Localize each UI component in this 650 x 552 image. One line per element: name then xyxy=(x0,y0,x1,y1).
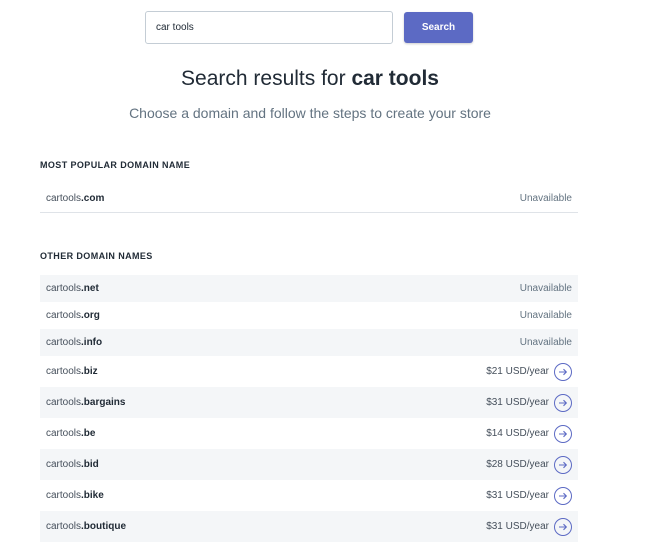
domain-tld: .com xyxy=(81,193,105,204)
domain-base: cartools xyxy=(46,283,82,294)
domain-status: Unavailable xyxy=(519,283,572,294)
domain-name: cartools.net xyxy=(46,283,99,294)
list-item: cartools.com Unavailable xyxy=(40,185,578,213)
domain-name: cartools.org xyxy=(46,310,100,321)
domain-base: cartools xyxy=(46,459,82,470)
domain-status: Unavailable xyxy=(519,310,572,321)
search-bar: Search xyxy=(145,11,473,44)
list-item: cartools.net Unavailable xyxy=(40,275,578,302)
domain-price: $21 USD/year xyxy=(486,366,549,377)
page-title-prefix: Search results for xyxy=(181,67,352,90)
page-title-query: car tools xyxy=(351,67,439,90)
domain-price-group: $28 USD/year xyxy=(486,455,572,474)
list-item[interactable]: cartools.bid $28 USD/year xyxy=(40,449,578,480)
list-item[interactable]: cartools.bargains $31 USD/year xyxy=(40,387,578,418)
domain-status: Unavailable xyxy=(519,193,572,204)
list-item[interactable]: cartools.biz $21 USD/year xyxy=(40,356,578,387)
page-subtitle: Choose a domain and follow the steps to … xyxy=(129,105,491,121)
domain-status: Unavailable xyxy=(519,337,572,348)
popular-domain-list: cartools.com Unavailable xyxy=(40,185,578,213)
domain-name: cartools.bargains xyxy=(46,397,125,408)
domain-base: cartools xyxy=(46,310,82,321)
domain-tld: .be xyxy=(81,428,96,439)
domain-base: cartools xyxy=(46,366,82,377)
arrow-right-icon[interactable] xyxy=(554,455,572,474)
domain-price: $31 USD/year xyxy=(486,397,549,408)
domain-tld: .bid xyxy=(81,459,99,470)
domain-base: cartools xyxy=(46,193,82,204)
list-item: cartools.info Unavailable xyxy=(40,329,578,356)
list-item: cartools.org Unavailable xyxy=(40,302,578,329)
domain-tld: .boutique xyxy=(81,521,127,532)
arrow-right-icon[interactable] xyxy=(554,393,572,412)
domain-name: cartools.boutique xyxy=(46,521,126,532)
domain-price-group: $31 USD/year xyxy=(486,393,572,412)
arrow-right-icon[interactable] xyxy=(554,424,572,443)
domain-price-group: $21 USD/year xyxy=(486,362,572,381)
domain-name: cartools.biz xyxy=(46,366,98,377)
domain-name: cartools.be xyxy=(46,428,95,439)
domain-search-page: Search Search results for car tools Choo… xyxy=(0,0,650,552)
arrow-right-icon[interactable] xyxy=(554,362,572,381)
domain-name: cartools.com xyxy=(46,193,104,204)
domain-base: cartools xyxy=(46,397,82,408)
list-item[interactable]: cartools.bike $31 USD/year xyxy=(40,480,578,511)
domain-base: cartools xyxy=(46,490,82,501)
domain-price: $31 USD/year xyxy=(486,490,549,501)
domain-price-group: $31 USD/year xyxy=(486,517,572,536)
domain-price-group: $14 USD/year xyxy=(486,424,572,443)
list-item[interactable]: cartools.boutique $31 USD/year xyxy=(40,511,578,542)
domain-base: cartools xyxy=(46,521,82,532)
other-domain-list: cartools.net Unavailable cartools.org Un… xyxy=(40,275,578,542)
domain-price: $14 USD/year xyxy=(486,428,549,439)
domain-tld: .bike xyxy=(81,490,104,501)
domain-base: cartools xyxy=(46,428,82,439)
page-title: Search results for car tools xyxy=(0,67,620,91)
search-button[interactable]: Search xyxy=(404,12,473,43)
arrow-right-icon[interactable] xyxy=(554,517,572,536)
domain-tld: .org xyxy=(81,310,100,321)
arrow-right-icon[interactable] xyxy=(554,486,572,505)
domain-price: $31 USD/year xyxy=(486,521,549,532)
domain-tld: .bargains xyxy=(81,397,126,408)
domain-name: cartools.bike xyxy=(46,490,104,501)
other-section-title: OTHER DOMAIN NAMES xyxy=(40,251,153,261)
list-item[interactable]: cartools.be $14 USD/year xyxy=(40,418,578,449)
popular-section-title: MOST POPULAR DOMAIN NAME xyxy=(40,160,191,170)
domain-price: $28 USD/year xyxy=(486,459,549,470)
domain-tld: .net xyxy=(81,283,99,294)
domain-base: cartools xyxy=(46,337,82,348)
domain-name: cartools.bid xyxy=(46,459,99,470)
domain-tld: .biz xyxy=(81,366,98,377)
domain-tld: .info xyxy=(81,337,103,348)
domain-name: cartools.info xyxy=(46,337,102,348)
search-input[interactable] xyxy=(145,11,393,44)
domain-price-group: $31 USD/year xyxy=(486,486,572,505)
